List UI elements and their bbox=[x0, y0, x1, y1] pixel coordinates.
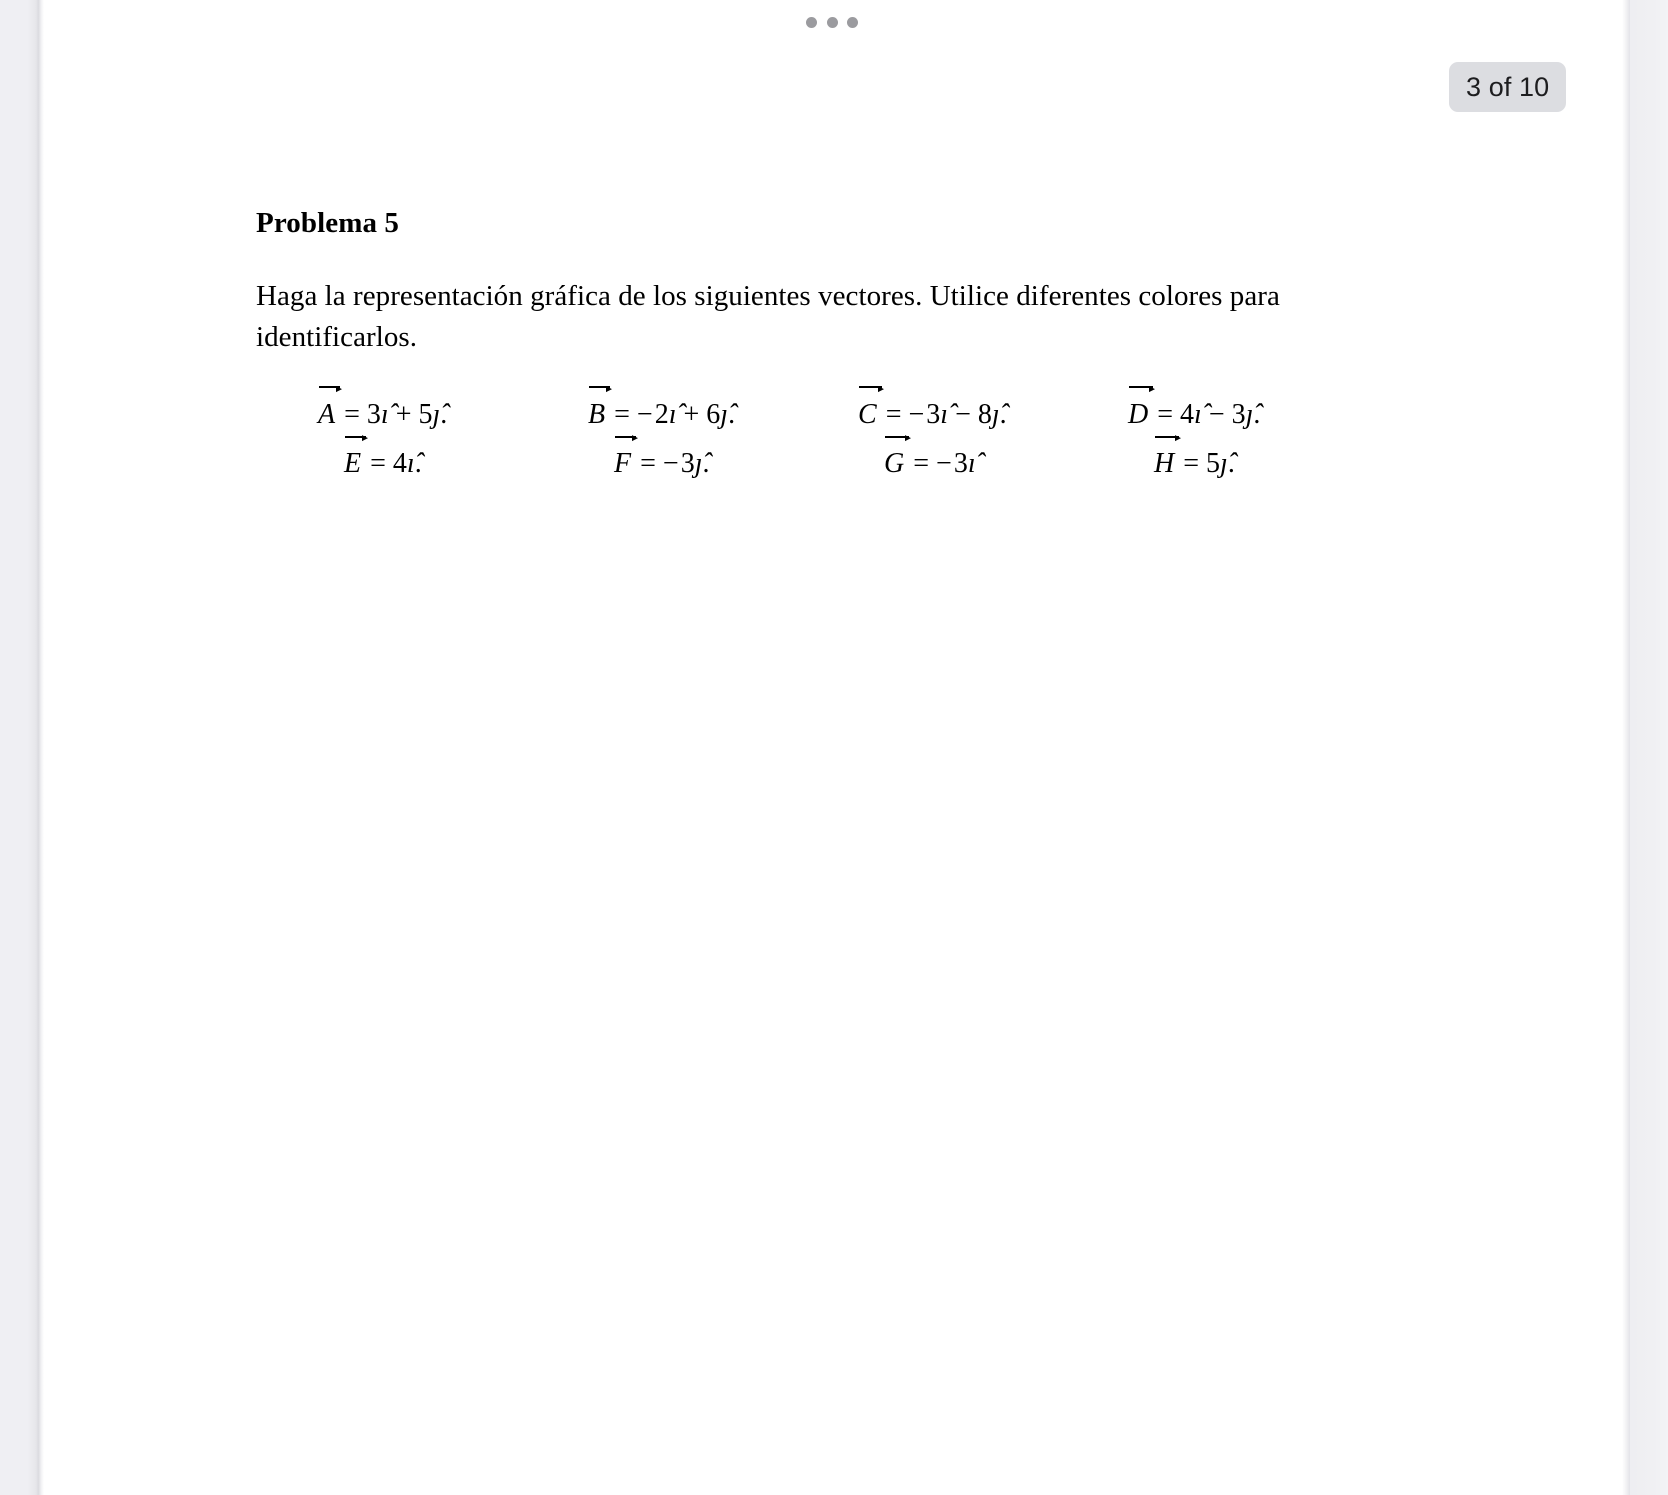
coefficient: 3 bbox=[953, 448, 968, 480]
vector-symbol: G bbox=[884, 430, 912, 485]
problem-instruction: Haga la representación gráfica de los si… bbox=[256, 280, 1280, 354]
equation-row-2: E = 4ı̂. F = −3ȷ̂. G = −3ı̂ H = 5ȷ̂. bbox=[256, 430, 1336, 485]
coefficient: 4 bbox=[1180, 398, 1195, 430]
vector-symbol: D bbox=[1128, 380, 1156, 436]
punctuation: . bbox=[999, 398, 1007, 430]
equals-sign: = bbox=[913, 448, 930, 480]
operator-sign: − bbox=[1208, 398, 1225, 430]
vector-h-equation: H = 5ȷ̂. bbox=[1066, 430, 1336, 485]
page-counter-badge: 3 of 10 bbox=[1449, 62, 1567, 112]
document-viewer: Problema 5 Haga la representación gráfic… bbox=[0, 0, 1668, 1495]
operator-sign: − bbox=[955, 398, 971, 430]
vector-symbol: H bbox=[1154, 430, 1182, 485]
equals-sign: = bbox=[640, 448, 656, 480]
unit-vector: ȷ̂ bbox=[1220, 448, 1228, 480]
equals-sign: = bbox=[885, 398, 902, 430]
equals-sign: = bbox=[614, 398, 630, 430]
coefficient: 2 bbox=[654, 398, 669, 430]
operator-sign: + bbox=[683, 398, 700, 430]
unit-vector: ı̂ bbox=[940, 398, 949, 430]
unit-vector: ı̂ bbox=[967, 448, 976, 480]
page-edge-left bbox=[38, 0, 44, 1495]
arrow-head-icon bbox=[1175, 435, 1182, 442]
arrow-head-icon bbox=[632, 435, 639, 442]
arrow-head-icon bbox=[1149, 385, 1156, 392]
equation-row-1: A = 3ı̂ +5ȷ̂. B = −2ı̂ +6ȷ̂. C = −3ı̂ −8ȷ̂. D = 4ı̂… bbox=[256, 380, 1336, 436]
coefficient: 5 bbox=[418, 398, 433, 430]
dot-1-icon bbox=[806, 16, 817, 28]
vector-a-equation: A = 3ı̂ +5ȷ̂. bbox=[256, 380, 526, 436]
equals-sign: = bbox=[344, 398, 360, 430]
dot-3-icon bbox=[847, 16, 858, 28]
three-dots-icon[interactable] bbox=[806, 12, 858, 32]
coefficient: 3 bbox=[926, 398, 941, 430]
operator-sign: + bbox=[395, 398, 412, 430]
arrow-head-icon bbox=[877, 385, 884, 392]
unit-vector: ı̂ bbox=[1194, 398, 1202, 430]
equals-sign: = bbox=[1157, 398, 1174, 430]
vector-symbol: B bbox=[588, 380, 613, 436]
unit-vector: ı̂ bbox=[406, 448, 415, 480]
vector-symbol: C bbox=[858, 380, 884, 436]
vector-b-equation: B = −2ı̂ +6ȷ̂. bbox=[526, 380, 796, 436]
punctuation: . bbox=[414, 448, 422, 480]
arrow-head-icon bbox=[606, 385, 613, 392]
vector-e-equation: E = 4ı̂. bbox=[256, 430, 526, 485]
dot-2-icon bbox=[826, 16, 838, 28]
punctuation: . bbox=[728, 398, 736, 430]
unit-vector: ı̂ bbox=[380, 398, 389, 430]
vector-g-equation: G = −3ı̂ bbox=[796, 430, 1066, 485]
punctuation: . bbox=[440, 398, 448, 430]
equals-sign: = bbox=[1183, 448, 1200, 480]
vertical-scrollbar-track[interactable] bbox=[1652, 0, 1664, 1495]
page-gutter-left bbox=[0, 0, 38, 1495]
operator-sign: − bbox=[636, 398, 653, 430]
page-edge-right bbox=[1622, 0, 1630, 1495]
vector-f-equation: F = −3ȷ̂. bbox=[526, 430, 796, 485]
arrow-head-icon bbox=[336, 385, 343, 392]
coefficient: 5 bbox=[1206, 448, 1221, 480]
vector-c-equation: C = −3ı̂ −8ȷ̂. bbox=[796, 380, 1066, 436]
page-sheet: Problema 5 Haga la representación gráfic… bbox=[44, 0, 1622, 1495]
unit-vector: ȷ̂ bbox=[991, 398, 1000, 430]
document-content: Problema 5 Haga la representación gráfic… bbox=[256, 205, 1356, 485]
page-title: Problema 5 bbox=[256, 207, 400, 239]
coefficient: 4 bbox=[392, 448, 407, 480]
punctuation: . bbox=[702, 448, 710, 480]
equals-sign: = bbox=[370, 448, 386, 480]
operator-sign: − bbox=[662, 448, 679, 480]
operator-sign: − bbox=[936, 448, 952, 480]
vector-symbol: E bbox=[344, 430, 369, 485]
coefficient: 3 bbox=[680, 448, 695, 480]
arrow-head-icon bbox=[362, 435, 369, 442]
coefficient: 3 bbox=[366, 398, 381, 430]
coefficient: 8 bbox=[977, 398, 992, 430]
vector-symbol: A bbox=[318, 380, 343, 436]
punctuation: . bbox=[1227, 448, 1235, 480]
vector-symbol: F bbox=[614, 430, 639, 485]
operator-sign: − bbox=[908, 398, 925, 430]
coefficient: 3 bbox=[1231, 398, 1246, 430]
arrow-head-icon bbox=[905, 435, 912, 442]
vector-d-equation: D = 4ı̂ −3ȷ̂. bbox=[1066, 380, 1336, 436]
coefficient: 6 bbox=[706, 398, 721, 430]
punctuation: . bbox=[1253, 398, 1261, 430]
equation-block: A = 3ı̂ +5ȷ̂. B = −2ı̂ +6ȷ̂. C = −3ı̂ −8ȷ̂. D = 4ı̂… bbox=[256, 380, 1336, 486]
unit-vector: ȷ̂ bbox=[720, 398, 729, 430]
